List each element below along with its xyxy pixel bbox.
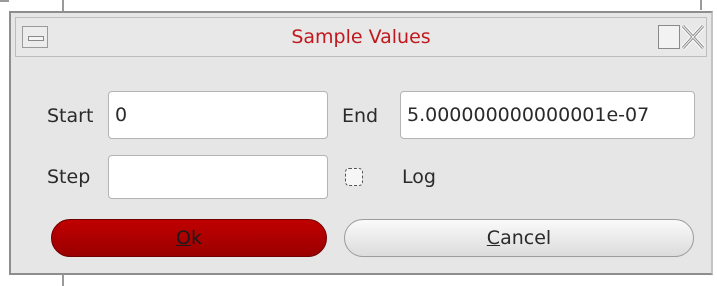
sample-values-dialog: Sample Values Start 0 End 5.000000000000…	[9, 11, 713, 275]
ok-label-rest: k	[190, 227, 202, 249]
window-menu-icon[interactable]	[22, 26, 48, 48]
close-glyph	[681, 24, 705, 50]
ok-button[interactable]: Ok	[51, 219, 327, 257]
ok-mnemonic: O	[176, 227, 191, 249]
desktop-background: Sample Values Start 0 End 5.000000000000…	[0, 0, 717, 286]
window-menu-bar	[28, 36, 44, 41]
end-label: End	[342, 105, 379, 127]
start-label: Start	[47, 105, 94, 127]
desktop-line	[0, 0, 9, 2]
log-label: Log	[402, 166, 436, 188]
step-label: Step	[47, 166, 91, 188]
maximize-icon[interactable]	[658, 25, 680, 49]
start-input[interactable]: 0	[108, 91, 328, 139]
cancel-label-rest: ancel	[500, 227, 552, 249]
step-input[interactable]	[108, 155, 328, 199]
dialog-title: Sample Values	[291, 26, 431, 48]
cancel-button[interactable]: Cancel	[344, 219, 694, 257]
end-input[interactable]: 5.000000000000001e-07	[400, 91, 695, 139]
close-icon[interactable]	[680, 23, 706, 51]
title-bar[interactable]: Sample Values	[15, 17, 707, 57]
cancel-mnemonic: C	[486, 227, 501, 249]
log-checkbox[interactable]	[345, 168, 363, 186]
desktop-line	[700, 0, 702, 10]
